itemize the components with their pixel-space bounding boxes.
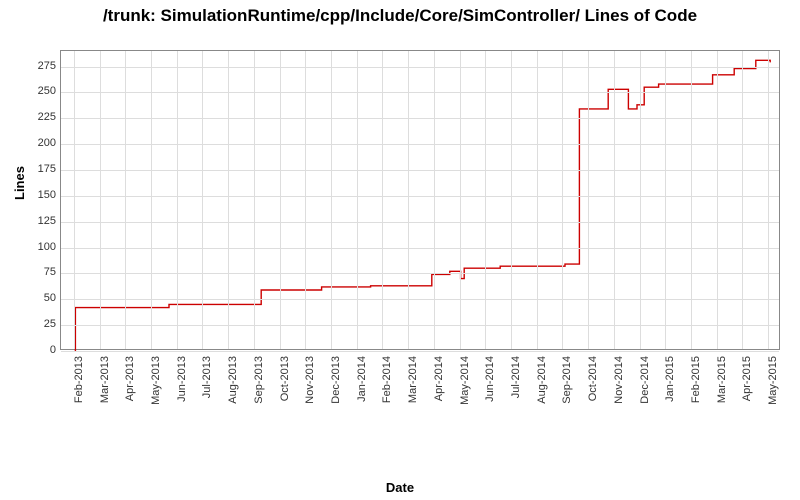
- gridline-v: [202, 51, 203, 349]
- plot-wrap: [60, 50, 780, 350]
- gridline-v: [382, 51, 383, 349]
- x-tick-label: May-2015: [767, 356, 779, 411]
- gridline-v: [717, 51, 718, 349]
- gridline-v: [768, 51, 769, 349]
- y-tick-label: 200: [6, 137, 56, 149]
- y-tick-label: 100: [6, 241, 56, 253]
- gridline-v: [357, 51, 358, 349]
- x-tick-label: Mar-2015: [716, 356, 728, 411]
- x-tick-label: Feb-2013: [73, 356, 85, 411]
- gridline-h: [61, 67, 779, 68]
- y-tick-label: 75: [6, 266, 56, 278]
- gridline-v: [537, 51, 538, 349]
- gridline-h: [61, 299, 779, 300]
- x-tick-label: Feb-2015: [690, 356, 702, 411]
- series-line: [61, 51, 781, 351]
- gridline-v: [485, 51, 486, 349]
- gridline-v: [331, 51, 332, 349]
- y-tick-label: 150: [6, 189, 56, 201]
- gridline-h: [61, 118, 779, 119]
- gridline-v: [460, 51, 461, 349]
- x-tick-label: Jan-2015: [664, 356, 676, 411]
- y-tick-label: 275: [6, 60, 56, 72]
- gridline-v: [665, 51, 666, 349]
- gridline-h: [61, 248, 779, 249]
- x-tick-label: Mar-2014: [407, 356, 419, 411]
- x-tick-label: Jan-2014: [356, 356, 368, 411]
- gridline-v: [691, 51, 692, 349]
- x-tick-label: Nov-2014: [613, 356, 625, 411]
- gridline-h: [61, 325, 779, 326]
- gridline-v: [408, 51, 409, 349]
- gridline-v: [640, 51, 641, 349]
- plot-area: [60, 50, 780, 350]
- gridline-v: [434, 51, 435, 349]
- x-tick-label: Apr-2013: [124, 356, 136, 411]
- gridline-h: [61, 170, 779, 171]
- gridline-h: [61, 92, 779, 93]
- gridline-v: [511, 51, 512, 349]
- gridline-v: [74, 51, 75, 349]
- x-tick-label: Jul-2013: [201, 356, 213, 411]
- gridline-v: [228, 51, 229, 349]
- gridline-v: [305, 51, 306, 349]
- gridline-h: [61, 351, 779, 352]
- y-tick-label: 175: [6, 163, 56, 175]
- y-tick-label: 225: [6, 111, 56, 123]
- x-tick-label: Sep-2014: [561, 356, 573, 411]
- x-tick-label: May-2013: [150, 356, 162, 411]
- x-tick-label: Sep-2013: [253, 356, 265, 411]
- gridline-v: [614, 51, 615, 349]
- x-tick-label: Jul-2014: [510, 356, 522, 411]
- x-tick-label: Aug-2013: [227, 356, 239, 411]
- gridline-v: [151, 51, 152, 349]
- y-tick-label: 250: [6, 85, 56, 97]
- x-tick-label: Jun-2013: [176, 356, 188, 411]
- x-axis-label: Date: [0, 480, 800, 495]
- gridline-h: [61, 273, 779, 274]
- gridline-v: [742, 51, 743, 349]
- gridline-v: [588, 51, 589, 349]
- gridline-h: [61, 196, 779, 197]
- x-tick-label: Dec-2014: [639, 356, 651, 411]
- y-tick-label: 125: [6, 215, 56, 227]
- gridline-v: [254, 51, 255, 349]
- gridline-v: [177, 51, 178, 349]
- chart-title: /trunk: SimulationRuntime/cpp/Include/Co…: [0, 0, 800, 28]
- x-tick-label: Dec-2013: [330, 356, 342, 411]
- x-tick-label: Mar-2013: [99, 356, 111, 411]
- x-tick-label: Feb-2014: [381, 356, 393, 411]
- x-tick-label: Jun-2014: [484, 356, 496, 411]
- x-tick-label: Nov-2013: [304, 356, 316, 411]
- x-tick-label: Oct-2013: [279, 356, 291, 411]
- gridline-h: [61, 222, 779, 223]
- y-tick-label: 25: [6, 318, 56, 330]
- y-tick-label: 0: [6, 344, 56, 356]
- gridline-v: [280, 51, 281, 349]
- x-tick-label: Aug-2014: [536, 356, 548, 411]
- gridline-h: [61, 144, 779, 145]
- y-tick-label: 50: [6, 292, 56, 304]
- x-tick-label: Oct-2014: [587, 356, 599, 411]
- x-tick-label: Apr-2015: [741, 356, 753, 411]
- x-tick-label: May-2014: [459, 356, 471, 411]
- gridline-v: [100, 51, 101, 349]
- x-tick-label: Apr-2014: [433, 356, 445, 411]
- gridline-v: [125, 51, 126, 349]
- gridline-v: [562, 51, 563, 349]
